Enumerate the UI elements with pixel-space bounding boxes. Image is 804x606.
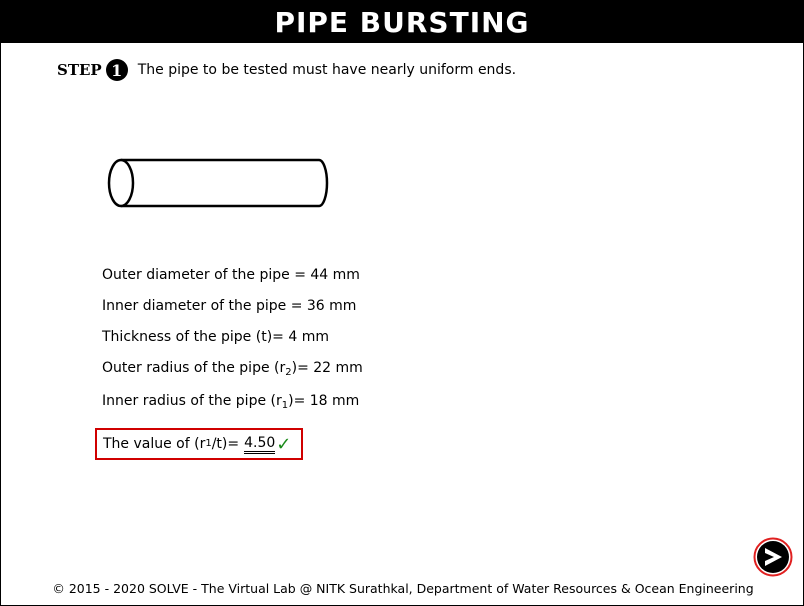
inner-diameter-text: Inner diameter of the pipe = 36 mm — [102, 298, 357, 314]
step-number-badge: 1 — [105, 59, 128, 81]
result-answer-value: 4.50 — [244, 435, 276, 454]
outer-diameter-text: Outer diameter of the pipe = 44 mm — [102, 267, 360, 283]
outer-radius-text: Outer radius of the pipe (r2)= 22 mm — [102, 360, 363, 378]
result-answer-box: The value of (r 1/t)= 4.50 ✓ — [95, 428, 303, 460]
inner-radius-text: Inner radius of the pipe (r1)= 18 mm — [102, 393, 360, 411]
thickness-text: Thickness of the pipe (t)= 4 mm — [102, 329, 329, 345]
result-prefix: The value of (r — [103, 436, 206, 452]
step-text: The pipe to be tested must have nearly u… — [137, 62, 517, 78]
footer-copyright: © 2015 - 2020 SOLVE - The Virtual Lab @ … — [52, 581, 754, 596]
step-instruction: STEP 1 The pipe to be tested must have n… — [57, 59, 516, 81]
outer-radius-suffix: )= 22 mm — [291, 360, 363, 376]
app-frame: PIPE BURSTING STEP 1 The pipe to be test… — [0, 0, 804, 606]
result-suffix: /t)= — [211, 436, 240, 452]
next-button[interactable] — [753, 537, 793, 577]
page-title-text: PIPE BURSTING — [274, 5, 530, 39]
page-title: PIPE BURSTING — [1, 1, 803, 43]
inner-radius-suffix: )= 18 mm — [288, 393, 360, 409]
pipe-illustration — [107, 158, 329, 208]
step-label: STEP — [57, 61, 102, 79]
outer-radius-prefix: Outer radius of the pipe (r — [102, 360, 286, 376]
inner-radius-prefix: Inner radius of the pipe (r — [102, 393, 282, 409]
checkmark-icon: ✓ — [276, 433, 292, 455]
